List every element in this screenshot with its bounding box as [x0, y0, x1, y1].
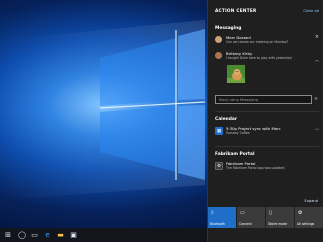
close-icon[interactable]: ×	[315, 34, 319, 40]
clear-all-link[interactable]: Clear all	[303, 8, 319, 13]
start-button[interactable]: ⊞	[0, 228, 16, 242]
quick-actions: ᛒ Bluetooth ▭ Connect ▯ Tablet mode ⚙ Al…	[208, 207, 323, 228]
notification-preview: I bought Duke here to play with yesterda…	[226, 56, 293, 60]
avatar	[215, 36, 222, 43]
notification-marc[interactable]: Marc Dosand Can we review our meeting on…	[215, 34, 319, 46]
quick-action-tablet-mode[interactable]: ▯ Tablet mode	[266, 207, 294, 228]
notification-fabrikam[interactable]: ⚙ Fabrikam Portal The Fabrikam Portal ap…	[215, 160, 319, 174]
attached-photo	[226, 64, 246, 84]
connect-icon: ▭	[240, 210, 245, 216]
quick-action-bluetooth[interactable]: ᛒ Bluetooth	[208, 207, 236, 228]
notification-preview: Can we review our meeting on Monday?	[226, 40, 289, 44]
file-explorer-icon[interactable]: ▬	[54, 228, 67, 242]
expand-link[interactable]: Expand	[305, 199, 318, 203]
chevron-up-icon[interactable]: ︿	[315, 57, 319, 63]
action-center-panel: ACTION CENTER Clear all Messaging Marc D…	[207, 0, 323, 242]
notification-calendar[interactable]: ▦ 5:30p Project sync with Marc Tuesday C…	[215, 125, 319, 139]
tile-label: All settings	[297, 222, 315, 226]
fabrikam-detail: The Fabrikam Portal app was updated	[226, 166, 285, 170]
calendar-event-detail: Tuesday Coffee	[226, 131, 250, 135]
group-title-calendar: Calendar	[215, 117, 238, 122]
tile-label: Tablet mode	[268, 222, 287, 226]
app-icon: ⚙	[215, 162, 223, 170]
task-view-icon[interactable]: ▭	[28, 228, 41, 242]
quick-action-connect[interactable]: ▭ Connect	[237, 207, 265, 228]
chevron-down-icon[interactable]: ﹀	[315, 128, 319, 134]
group-title-messaging: Messaging	[215, 26, 242, 31]
calendar-icon: ▦	[215, 127, 223, 135]
gear-icon: ⚙	[298, 210, 303, 216]
bluetooth-icon: ᛒ	[211, 210, 215, 216]
reply-input[interactable]: Reply using Messaging	[215, 95, 312, 104]
quick-action-all-settings[interactable]: ⚙ All settings	[295, 207, 323, 228]
action-center-title: ACTION CENTER	[215, 8, 257, 13]
tablet-icon: ▯	[269, 210, 272, 216]
avatar	[215, 52, 222, 59]
store-icon[interactable]: ▣	[67, 228, 80, 242]
tile-label: Bluetooth	[210, 222, 226, 226]
divider	[215, 111, 319, 112]
tile-label: Connect	[239, 222, 252, 226]
group-title-fabrikam: Fabrikam Portal	[215, 152, 255, 157]
search-icon[interactable]: ◯	[16, 228, 28, 242]
divider	[215, 146, 319, 147]
edge-icon[interactable]: e	[41, 228, 54, 242]
send-icon[interactable]: ➤	[314, 96, 318, 102]
